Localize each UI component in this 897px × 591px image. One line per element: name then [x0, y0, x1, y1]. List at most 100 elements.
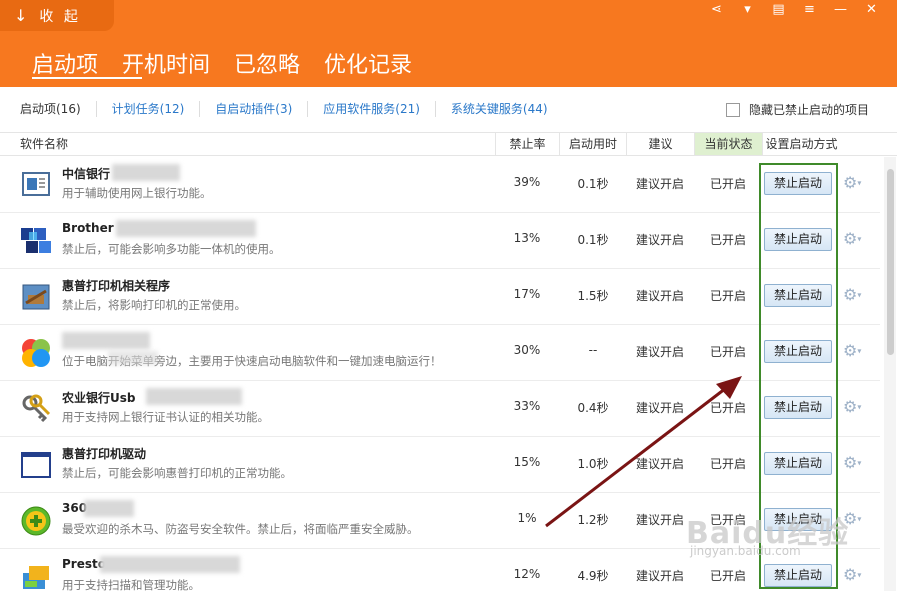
gear-icon[interactable]: ⚙▾ — [843, 340, 867, 362]
subtab-system-services[interactable]: 系统关键服务(44) — [434, 101, 563, 117]
row-state: 已开启 — [709, 457, 746, 471]
vertical-scrollbar[interactable] — [884, 157, 896, 591]
row-rate: 30% — [513, 343, 541, 357]
share-icon[interactable]: ⋖ — [701, 2, 732, 20]
row-name: 中信银行 — [62, 167, 111, 181]
window-frame-icon — [21, 452, 51, 478]
row-advice: 建议开启 — [635, 569, 684, 583]
row-desc: 用于辅助使用网上银行功能。 — [62, 186, 212, 200]
gear-icon[interactable]: ⚙▾ — [843, 564, 867, 586]
table-row: 中信银行 用于辅助使用网上银行功能。 39% 0.1秒 建议开启 已开启 禁止启… — [0, 157, 880, 213]
disable-startup-button[interactable]: 禁止启动 — [764, 228, 832, 251]
gear-icon[interactable]: ⚙▾ — [843, 284, 867, 306]
window-controls: ⋖ ▾ ▤ ≡ — ✕ — [701, 2, 887, 20]
gear-icon[interactable]: ⚙▾ — [843, 172, 867, 194]
gear-icon[interactable]: ⚙▾ — [843, 452, 867, 474]
col-time[interactable]: 启动用时 — [559, 133, 626, 155]
header-bar: ↓ 收 起 ⋖ ▾ ▤ ≡ — ✕ 启动项 开机时间 已忽略 优化记录 — [0, 0, 897, 87]
disable-startup-button[interactable]: 禁止启动 — [764, 564, 832, 587]
message-icon[interactable]: ▤ — [763, 2, 794, 20]
row-advice: 建议开启 — [635, 513, 684, 527]
row-rate: 33% — [513, 399, 541, 413]
row-desc: 最受欢迎的杀木马、防盗号安全软件。禁止后，将面临严重安全威胁。 — [62, 522, 419, 536]
row-advice: 建议开启 — [635, 457, 684, 471]
disable-startup-button[interactable]: 禁止启动 — [764, 396, 832, 419]
row-advice: 建议开启 — [635, 401, 684, 415]
arrow-down-icon: ↓ — [14, 6, 28, 25]
subtab-app-services[interactable]: 应用软件服务(21) — [307, 101, 435, 117]
gear-icon[interactable]: ⚙▾ — [843, 396, 867, 418]
scrollbar-thumb[interactable] — [887, 169, 894, 355]
tab-ignored[interactable]: 已忽略 — [234, 47, 300, 85]
collapse-label: 收 起 — [39, 8, 81, 25]
disable-startup-button[interactable]: 禁止启动 — [764, 340, 832, 363]
menu-icon[interactable]: ≡ — [794, 2, 825, 20]
hide-disabled-option[interactable]: 隐藏已禁止启动的项目 — [725, 101, 869, 118]
row-name: 惠普打印机驱动 — [62, 447, 147, 461]
row-state: 已开启 — [709, 233, 746, 247]
row-state: 已开启 — [709, 289, 746, 303]
brother-cubes-icon — [21, 228, 51, 253]
row-state: 已开启 — [709, 401, 746, 415]
redacted-text — [116, 220, 256, 237]
row-state: 已开启 — [709, 569, 746, 583]
minimize-icon[interactable]: — — [825, 2, 856, 20]
row-rate: 13% — [513, 231, 541, 245]
col-advice[interactable]: 建议 — [626, 133, 694, 155]
disable-startup-button[interactable]: 禁止启动 — [764, 284, 832, 307]
redacted-text — [146, 388, 242, 405]
row-time: 1.5秒 — [577, 289, 609, 303]
table-row: 农业银行Usb 用于支持网上银行证书认证的相关功能。 33% 0.4秒 建议开启… — [0, 381, 880, 437]
row-name: 农业银行Usb — [62, 391, 136, 405]
keys-icon — [22, 394, 51, 423]
subtab-bar: 启动项(16) 计划任务(12) 自启动插件(3) 应用软件服务(21) 系统关… — [0, 88, 897, 130]
row-advice: 建议开启 — [635, 289, 684, 303]
watermark-url: jingyan.baidu.com — [690, 544, 801, 558]
table-row: Brother 禁止后，可能会影响多功能一体机的使用。 13% 0.1秒 建议开… — [0, 213, 880, 269]
row-time: -- — [588, 343, 598, 357]
tab-boot-time[interactable]: 开机时间 — [122, 47, 210, 85]
row-name: 惠普打印机相关程序 — [62, 279, 171, 293]
row-time: 1.0秒 — [577, 457, 609, 471]
row-state: 已开启 — [709, 345, 746, 359]
close-icon[interactable]: ✕ — [856, 2, 887, 20]
hide-disabled-checkbox[interactable] — [725, 102, 740, 117]
row-name: Brother — [62, 221, 114, 235]
row-desc: 禁止后，可能会影响多功能一体机的使用。 — [62, 242, 281, 256]
redacted-text — [62, 332, 150, 349]
subtab-scheduled-tasks[interactable]: 计划任务(12) — [95, 101, 200, 117]
row-rate: 15% — [513, 455, 541, 469]
gear-icon[interactable]: ⚙▾ — [843, 228, 867, 250]
tab-startup[interactable]: 启动项 — [32, 47, 143, 85]
disable-startup-button[interactable]: 禁止启动 — [764, 452, 832, 475]
row-time: 4.9秒 — [577, 569, 609, 583]
row-state: 已开启 — [709, 177, 746, 191]
collapse-button[interactable]: ↓ 收 起 — [0, 0, 114, 31]
row-rate: 17% — [513, 287, 541, 301]
subtab-startup-items[interactable]: 启动项(16) — [20, 101, 96, 117]
subtab-plugins[interactable]: 自启动插件(3) — [199, 101, 307, 117]
col-rate[interactable]: 禁止率 — [495, 133, 559, 155]
disable-startup-button[interactable]: 禁止启动 — [764, 172, 832, 195]
redacted-text — [108, 351, 158, 365]
printer-tool-icon — [22, 284, 50, 310]
redacted-text — [100, 556, 240, 573]
tab-optimize-record[interactable]: 优化记录 — [324, 47, 412, 85]
row-advice: 建议开启 — [635, 177, 684, 191]
hide-disabled-label: 隐藏已禁止启动的项目 — [748, 103, 869, 117]
colorful-circles-icon — [22, 339, 50, 367]
col-name[interactable]: 软件名称 — [20, 133, 220, 155]
table-row: 位于电脑开始菜单旁边，主要用于快速启动电脑软件和一键加速电脑运行！ 30% --… — [0, 325, 880, 381]
row-time: 1.2秒 — [577, 513, 609, 527]
row-time: 0.1秒 — [577, 177, 609, 191]
main-tabs: 启动项 开机时间 已忽略 优化记录 — [32, 47, 436, 85]
col-state[interactable]: 当前状态 — [694, 133, 762, 155]
shirt-icon[interactable]: ▾ — [732, 2, 763, 20]
bank-app-icon — [22, 172, 50, 196]
row-rate: 12% — [513, 567, 541, 581]
row-advice: 建议开启 — [635, 345, 684, 359]
redacted-text — [112, 164, 180, 181]
row-desc: 用于支持网上银行证书认证的相关功能。 — [62, 410, 269, 424]
table-header: 软件名称 禁止率 启动用时 建议 当前状态 设置启动方式 — [0, 132, 897, 156]
row-time: 0.1秒 — [577, 233, 609, 247]
